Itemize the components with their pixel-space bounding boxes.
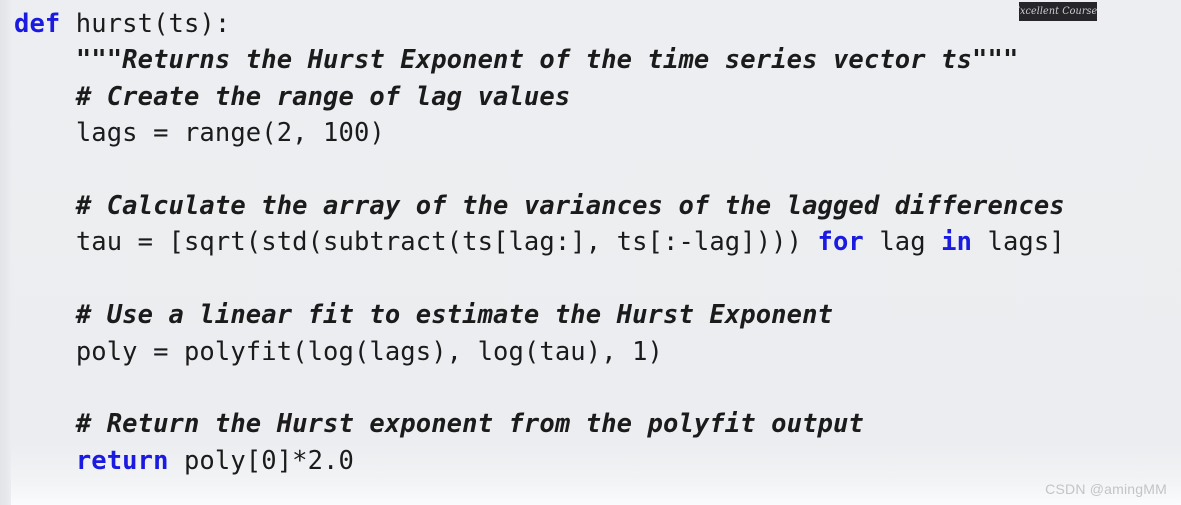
code-line: # Create the range of lag values [0, 79, 1181, 115]
code-token-plain: hurst(ts): [60, 9, 231, 39]
code-line: return poly[0]*2.0 [0, 443, 1181, 479]
code-line: # Calculate the array of the variances o… [0, 188, 1181, 224]
code-token-plain: tau = [sqrt(std(subtract(ts[lag:], ts[:-… [75, 227, 818, 258]
code-token-keyword: return [75, 445, 169, 476]
code-token-comment: # Return the Hurst exponent from the pol… [75, 409, 864, 440]
code-token-keyword: def [14, 9, 61, 39]
code-token-plain: poly = polyfit(log(lags), log(tau), 1) [75, 336, 663, 367]
code-listing[interactable]: def hurst(ts): """Returns the Hurst Expo… [0, 2, 1181, 479]
excellent-courses-badge: Excellent Courses [1019, 2, 1097, 21]
csdn-watermark: CSDN @amingMM [1045, 481, 1167, 497]
code-line: # Use a linear fit to estimate the Hurst… [0, 297, 1181, 333]
code-block[interactable]: def hurst(ts): """Returns the Hurst Expo… [0, 0, 1181, 505]
code-screenshot: def hurst(ts): """Returns the Hurst Expo… [0, 0, 1181, 505]
excellent-courses-badge-label: Excellent Courses [1019, 6, 1097, 17]
code-token-plain: lags] [972, 227, 1065, 258]
code-line: poly = polyfit(log(lags), log(tau), 1) [0, 334, 1181, 370]
code-token-keyword: in [941, 227, 973, 258]
code-token-comment: # Calculate the array of the variances o… [75, 190, 1065, 221]
code-line: def hurst(ts): [0, 6, 1181, 42]
code-line: tau = [sqrt(std(subtract(ts[lag:], ts[:-… [0, 224, 1181, 260]
code-line: """Returns the Hurst Exponent of the tim… [0, 42, 1181, 78]
code-line: lags = range(2, 100) [0, 115, 1181, 151]
code-token-plain: lags = range(2, 100) [75, 118, 385, 149]
code-token-comment: # Create the range of lag values [75, 81, 571, 112]
code-token-keyword: for [817, 227, 864, 258]
code-token-docstring: """Returns the Hurst Exponent of the tim… [75, 45, 1019, 76]
code-line: # Return the Hurst exponent from the pol… [0, 406, 1181, 442]
code-token-plain: lag [863, 227, 942, 258]
code-token-comment: # Use a linear fit to estimate the Hurst… [75, 300, 833, 331]
code-token-plain: poly[0]*2.0 [168, 445, 354, 476]
